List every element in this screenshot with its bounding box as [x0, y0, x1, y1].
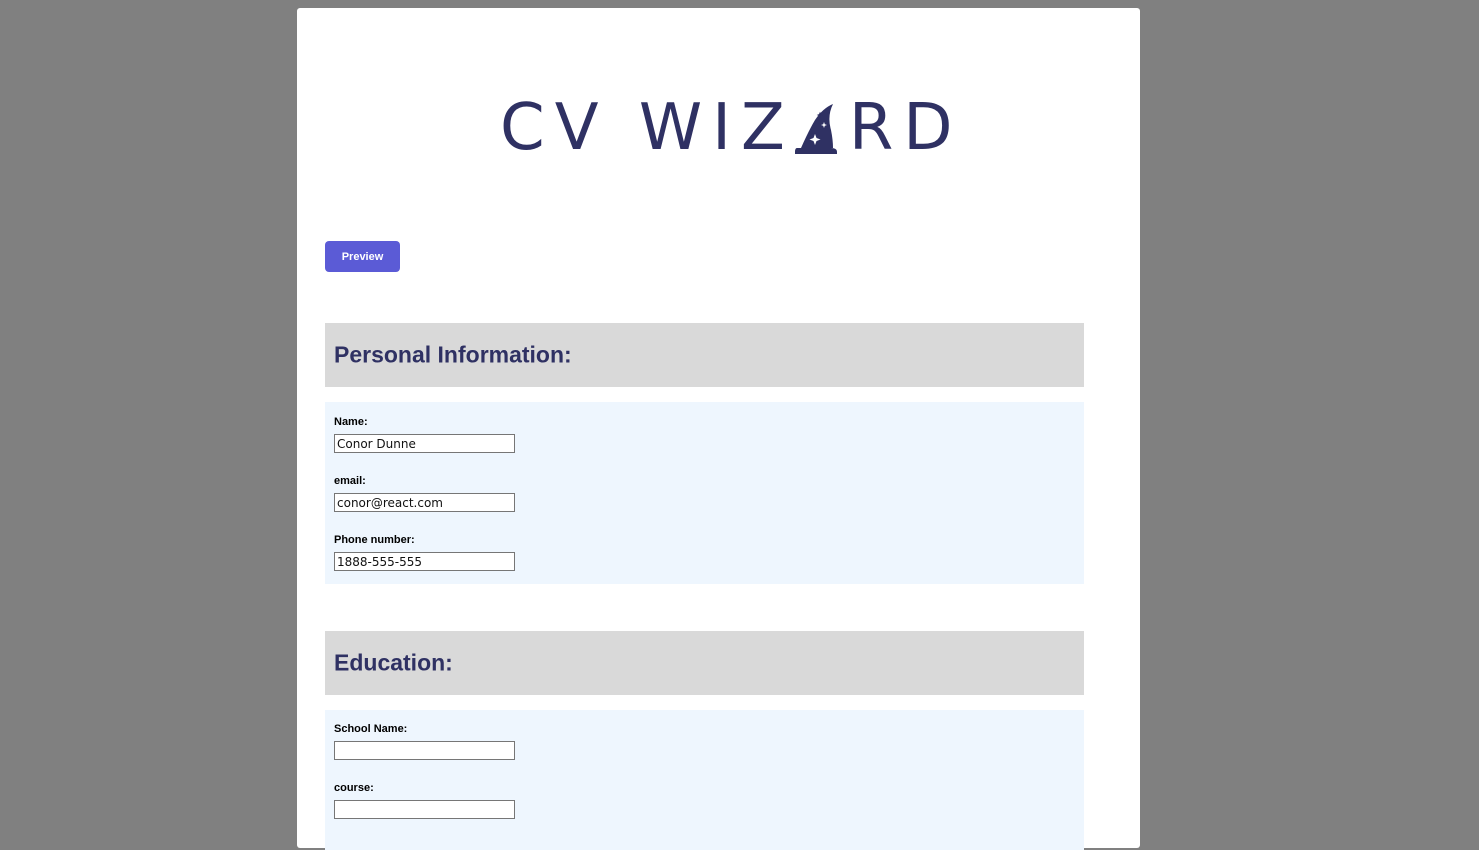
- education-header: Education:: [325, 631, 1084, 695]
- personal-info-title: Personal Information:: [334, 341, 572, 368]
- name-field: Name:: [334, 416, 515, 453]
- email-label: email:: [334, 475, 366, 487]
- wizard-hat-icon: [794, 104, 837, 154]
- course-input[interactable]: [334, 800, 515, 819]
- name-input[interactable]: [334, 434, 515, 453]
- logo-text-left: CV WIZ: [500, 91, 795, 165]
- school-name-label: School Name:: [334, 723, 408, 735]
- education-title: Education:: [334, 649, 453, 676]
- cv-form-sheet: CV WIZ RD Preview Personal Information: …: [297, 8, 1140, 850]
- logo-text-right: RD: [848, 91, 963, 165]
- school-name-input[interactable]: [334, 741, 515, 760]
- phone-input[interactable]: [334, 552, 515, 571]
- phone-field: Phone number:: [334, 534, 515, 571]
- phone-label: Phone number:: [334, 534, 415, 546]
- cv-wizard-logo: CV WIZ RD: [500, 93, 963, 163]
- course-field: course:: [334, 782, 515, 819]
- personal-info-header: Personal Information:: [325, 323, 1084, 387]
- email-field: email:: [334, 475, 515, 512]
- education-form: School Name: course:: [325, 710, 1084, 850]
- school-name-field: School Name:: [334, 723, 515, 760]
- course-label: course:: [334, 782, 374, 794]
- personal-info-form: Name: email: Phone number:: [325, 402, 1084, 584]
- name-label: Name:: [334, 416, 368, 428]
- preview-button[interactable]: Preview: [325, 241, 400, 272]
- email-input[interactable]: [334, 493, 515, 512]
